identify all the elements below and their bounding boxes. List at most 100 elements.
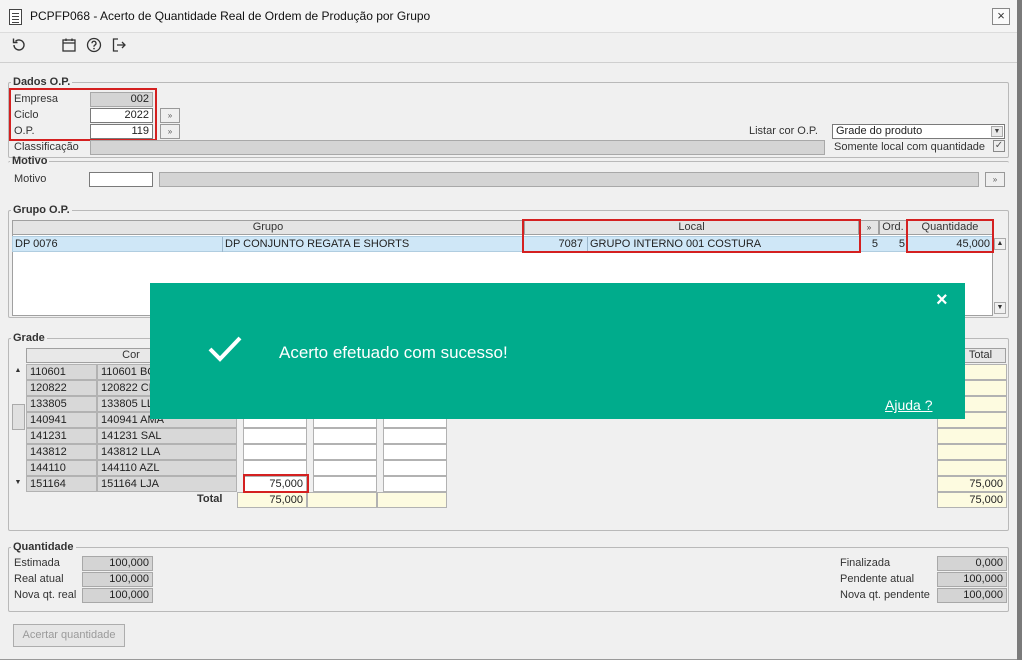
grade-row-cor: 144110 AZL <box>97 460 237 476</box>
grade-row-code: 140941 <box>26 412 97 428</box>
grade-row-qty-3[interactable] <box>383 428 447 444</box>
grade-row-total <box>937 428 1007 444</box>
nova-qt-real-label: Nova qt. real <box>14 589 77 601</box>
grade-total-q3 <box>377 492 447 508</box>
op-label: O.P. <box>14 125 35 137</box>
grade-row-qty-3[interactable] <box>383 460 447 476</box>
grade-scroll-thumb[interactable] <box>12 404 25 430</box>
grade-scroll-up-icon[interactable]: ▲ <box>12 366 24 378</box>
grade-row-code: 133805 <box>26 396 97 412</box>
title-bar: PCPFP068 - Acerto de Quantidade Real de … <box>0 0 1017 33</box>
window-title: PCPFP068 - Acerto de Quantidade Real de … <box>30 9 431 23</box>
pendente-atual-field: 100,000 <box>937 572 1007 587</box>
grade-row-code: 151164 <box>26 476 97 492</box>
chevron-down-icon: ▼ <box>991 126 1003 137</box>
grade-scroll-down-icon[interactable]: ▼ <box>12 478 24 490</box>
op-lookup-button[interactable]: » <box>160 124 180 139</box>
ciclo-field[interactable]: 2022 <box>90 108 153 123</box>
classificacao-label: Classificação <box>14 141 79 153</box>
success-toast: Acerto efetuado com sucesso! × Ajuda ? <box>150 283 965 419</box>
grupo-name-cell: DP CONJUNTO REGATA E SHORTS <box>222 237 522 252</box>
motivo-legend: Motivo <box>12 155 48 167</box>
check-icon <box>208 336 242 362</box>
real-atual-field: 100,000 <box>82 572 153 587</box>
grade-legend: Grade <box>13 332 45 344</box>
motivo-lookup-button[interactable]: » <box>985 172 1005 187</box>
grade-total-q1: 75,000 <box>237 492 307 508</box>
grade-row-qty-2[interactable] <box>313 444 377 460</box>
estimada-field: 100,000 <box>82 556 153 571</box>
motivo-label: Motivo <box>14 173 47 185</box>
row-col-a-cell: 5 <box>871 238 878 250</box>
background-strip-right <box>1017 0 1022 660</box>
grade-row-qty[interactable] <box>243 428 307 444</box>
grade-row-total <box>937 460 1007 476</box>
exit-icon[interactable] <box>110 37 128 55</box>
grade-row-qty-2[interactable] <box>313 428 377 444</box>
empresa-label: Empresa <box>14 93 59 105</box>
grade-row-qty[interactable] <box>243 460 307 476</box>
listar-cor-value: Grade do produto <box>836 125 923 137</box>
grade-row-qty-3[interactable] <box>383 476 447 492</box>
grade-row-code: 141231 <box>26 428 97 444</box>
main-window: PCPFP068 - Acerto de Quantidade Real de … <box>0 0 1022 660</box>
refresh-icon[interactable] <box>10 37 28 55</box>
scroll-up-icon[interactable]: ▲ <box>994 238 1006 250</box>
sort-icon[interactable]: » <box>859 220 879 235</box>
motivo-code-field[interactable] <box>89 172 153 187</box>
local-header[interactable]: Local <box>524 220 859 235</box>
grade-row-qty[interactable]: 75,000 <box>243 476 307 492</box>
grade-row-code: 144110 <box>26 460 97 476</box>
somente-local-checkbox[interactable]: ✓ <box>993 140 1005 152</box>
quantidade-legend: Quantidade <box>13 541 74 553</box>
close-window-button[interactable]: × <box>992 8 1010 25</box>
empresa-field: 002 <box>90 92 153 107</box>
finalizada-field: 0,000 <box>937 556 1007 571</box>
toast-close-icon[interactable]: × <box>936 289 948 312</box>
classificacao-field <box>90 140 825 155</box>
real-atual-label: Real atual <box>14 573 64 585</box>
grade-row-cor: 151164 LJA <box>97 476 237 492</box>
grade-row-code: 143812 <box>26 444 97 460</box>
grade-row-code: 110601 <box>26 364 97 380</box>
nova-qt-real-field: 100,000 <box>82 588 153 603</box>
nova-qt-pendente-label: Nova qt. pendente <box>840 589 930 601</box>
quantidade-cell: 45,000 <box>956 238 990 250</box>
listar-cor-select[interactable]: Grade do produto ▼ <box>832 124 1005 139</box>
local-name-cell: GRUPO INTERNO 001 COSTURA <box>587 237 857 252</box>
grade-total-label: Total <box>197 493 223 505</box>
grade-row-total: 75,000 <box>937 476 1007 492</box>
help-icon[interactable] <box>85 37 103 55</box>
calendar-icon[interactable] <box>60 37 78 55</box>
grade-total-q2 <box>307 492 377 508</box>
grade-row-qty-2[interactable] <box>313 460 377 476</box>
toolbar-divider <box>0 62 1017 63</box>
somente-local-label: Somente local com quantidade <box>834 141 986 153</box>
grade-total-sum: 75,000 <box>937 492 1007 508</box>
toast-message: Acerto efetuado com sucesso! <box>279 343 508 362</box>
pendente-atual-label: Pendente atual <box>840 573 915 585</box>
ord-cell: 5 <box>898 238 905 250</box>
dados-op-legend: Dados O.P. <box>13 76 71 88</box>
finalizada-label: Finalizada <box>840 557 891 569</box>
grade-row-cor: 143812 LLA <box>97 444 237 460</box>
grade-row-cor: 141231 SAL <box>97 428 237 444</box>
nova-qt-pendente-field: 100,000 <box>937 588 1007 603</box>
toast-help-link[interactable]: Ajuda ? <box>885 397 932 413</box>
listar-cor-label: Listar cor O.P. <box>749 125 818 137</box>
ciclo-lookup-button[interactable]: » <box>160 108 180 123</box>
motivo-description-field <box>159 172 979 187</box>
ciclo-label: Ciclo <box>14 109 39 121</box>
grade-row-qty-3[interactable] <box>383 444 447 460</box>
grade-row-qty-2[interactable] <box>313 476 377 492</box>
op-field[interactable]: 119 <box>90 124 153 139</box>
local-code-cell: 7087 <box>558 238 583 250</box>
acertar-quantidade-button[interactable]: Acertar quantidade <box>13 624 125 647</box>
document-icon <box>9 9 22 25</box>
grade-row-qty[interactable] <box>243 444 307 460</box>
scroll-down-icon[interactable]: ▼ <box>994 302 1006 314</box>
grade-row-code: 120822 <box>26 380 97 396</box>
grupo-header[interactable]: Grupo <box>12 220 524 235</box>
ord-header[interactable]: Ord. <box>879 220 907 235</box>
quantidade-header[interactable]: Quantidade <box>907 220 993 235</box>
